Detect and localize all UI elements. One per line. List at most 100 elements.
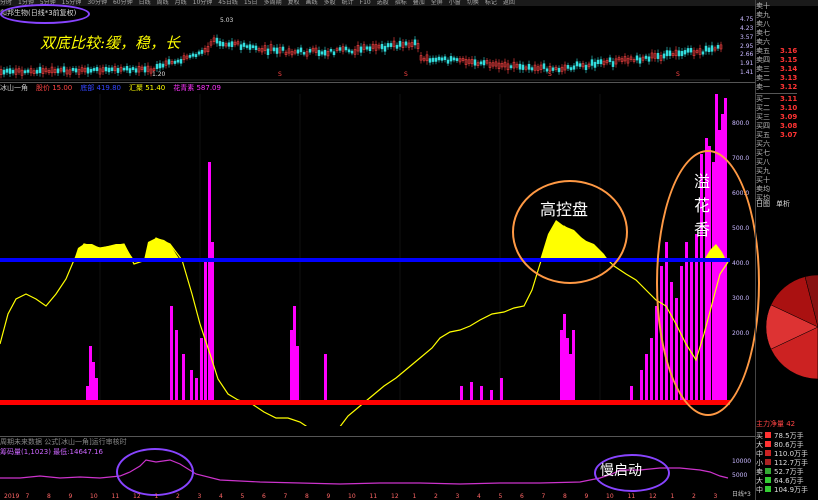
candle: [509, 65, 513, 69]
menu-item[interactable]: 全屏: [431, 0, 443, 6]
indicator-bar: [630, 386, 633, 402]
sell-order-row[interactable]: 卖六: [756, 38, 797, 47]
menu-item[interactable]: 标记: [485, 0, 497, 6]
candle: [386, 43, 390, 48]
capital-flow-row: 中 104.9万手: [756, 486, 808, 495]
sell-order-row[interactable]: 卖二 3.13: [756, 74, 797, 83]
buy-order-row[interactable]: 买三 3.09: [756, 113, 797, 122]
date-tick: 2: [434, 493, 438, 500]
date-tick: 12: [391, 493, 399, 500]
sell-order-row[interactable]: 卖七: [756, 29, 797, 38]
candle: [155, 63, 159, 69]
candle: [248, 44, 252, 50]
overflow-char-3: 香: [694, 220, 711, 239]
menu-item[interactable]: 统计: [342, 0, 354, 6]
menu-item[interactable]: 日线: [139, 0, 151, 6]
sell-order-row[interactable]: 卖三 3.14: [756, 65, 797, 74]
panel-tab[interactable]: 日图: [756, 200, 770, 208]
buy-order-row[interactable]: 买十: [756, 176, 797, 185]
buy-order-row[interactable]: 买五 3.07: [756, 131, 797, 140]
candle: [686, 48, 690, 53]
sell-order-row[interactable]: 卖一 3.12: [756, 83, 797, 92]
sell-order-row[interactable]: 卖八: [756, 20, 797, 29]
top-divider: [0, 82, 756, 83]
buy-order-row[interactable]: 买四 3.08: [756, 122, 797, 131]
menu-item[interactable]: 月线: [175, 0, 187, 6]
sell-order-row[interactable]: 卖五 3.16: [756, 47, 797, 56]
date-tick: 11: [112, 493, 120, 500]
buy-order-row[interactable]: 买一 3.11: [756, 95, 797, 104]
menu-item[interactable]: 60分钟: [113, 0, 133, 6]
buy-order-row[interactable]: 买九: [756, 167, 797, 176]
flow-color-swatch: [765, 468, 771, 474]
candle: [683, 50, 687, 55]
candle: [530, 67, 534, 71]
candle: [227, 42, 231, 47]
order-label: 卖十: [756, 2, 770, 10]
date-tick: 8: [47, 493, 51, 500]
sub-info-text: 周期未来数据 公式[冰山一角]运行审核时: [0, 438, 127, 446]
indicator-bar: [204, 258, 207, 402]
menu-item[interactable]: 多股: [324, 0, 336, 6]
overflow-label: 溢 花 香: [694, 168, 712, 240]
menu-item[interactable]: 复权: [288, 0, 300, 6]
candle: [11, 69, 15, 74]
menu-item[interactable]: 10分钟: [193, 0, 213, 6]
candle: [200, 50, 204, 54]
order-label: 卖九: [756, 11, 770, 19]
order-price: 3.11: [780, 95, 798, 103]
sell-order-row[interactable]: 卖十: [756, 2, 797, 11]
candle: [344, 46, 348, 51]
top-axis-tick: 3.57: [740, 33, 754, 41]
low-price-label: 1.20: [152, 71, 166, 78]
candle: [5, 68, 9, 73]
menu-item[interactable]: 叠加: [413, 0, 425, 6]
candle: [332, 51, 336, 56]
flow-value: 112.7万手: [774, 459, 809, 467]
panel-tabs[interactable]: 日图 单析: [756, 200, 796, 209]
flow-value: 110.0万手: [774, 450, 809, 458]
candle: [446, 59, 450, 64]
menu-item[interactable]: 30分钟: [87, 0, 107, 6]
main-axis-tick: 700.0: [732, 155, 750, 162]
buy-order-row[interactable]: 买二 3.10: [756, 104, 797, 113]
date-tick: 12: [649, 493, 657, 500]
yellow-zone-2: [144, 238, 180, 260]
sell-order-row[interactable]: 卖四 3.15: [756, 56, 797, 65]
menu-item[interactable]: 画线: [306, 0, 318, 6]
menu-item[interactable]: 15日: [244, 0, 258, 6]
menu-item[interactable]: 切换: [467, 0, 479, 6]
order-price: 3.10: [780, 104, 798, 112]
date-tick: 3: [198, 493, 202, 500]
indicator-bar: [200, 338, 203, 402]
candle: [611, 61, 615, 67]
sell-order-row[interactable]: 卖九: [756, 11, 797, 20]
menu-item[interactable]: 周线: [157, 0, 169, 6]
indicator-bar: [569, 354, 572, 402]
order-book[interactable]: 卖十 卖九 卖八 卖七 卖六 卖五 3.16 卖四 3.15 卖三 3.14 卖二 3.13 卖一 3.12…: [756, 2, 798, 203]
candle: [656, 52, 660, 59]
candle: [245, 45, 249, 48]
capital-pie-chart[interactable]: [760, 262, 818, 392]
menu-item[interactable]: 指标: [395, 0, 407, 6]
candle: [680, 51, 684, 57]
order-label: 卖六: [756, 38, 770, 46]
slow-start-label: 慢启动: [600, 463, 642, 479]
menu-item[interactable]: 小窗: [449, 0, 461, 6]
order-label: 买九: [756, 167, 770, 175]
main-indicator-chart[interactable]: [0, 94, 730, 426]
indicator-bar: [500, 378, 503, 402]
candle: [557, 67, 561, 73]
capital-flow-row: 中 110.0万手: [756, 450, 808, 459]
buy-order-row[interactable]: 买八: [756, 158, 797, 167]
menu-item[interactable]: 选股: [377, 0, 389, 6]
menu-item[interactable]: 多周期: [264, 0, 282, 6]
menu-item[interactable]: 45日线: [218, 0, 238, 6]
menu-item[interactable]: F10: [360, 0, 371, 6]
panel-tab[interactable]: 单析: [776, 200, 790, 208]
candle: [368, 46, 372, 51]
buy-order-row[interactable]: 买六: [756, 140, 797, 149]
menu-item[interactable]: 返回: [503, 0, 515, 6]
flow-tag: 小: [756, 459, 763, 467]
buy-order-row[interactable]: 买七: [756, 149, 797, 158]
